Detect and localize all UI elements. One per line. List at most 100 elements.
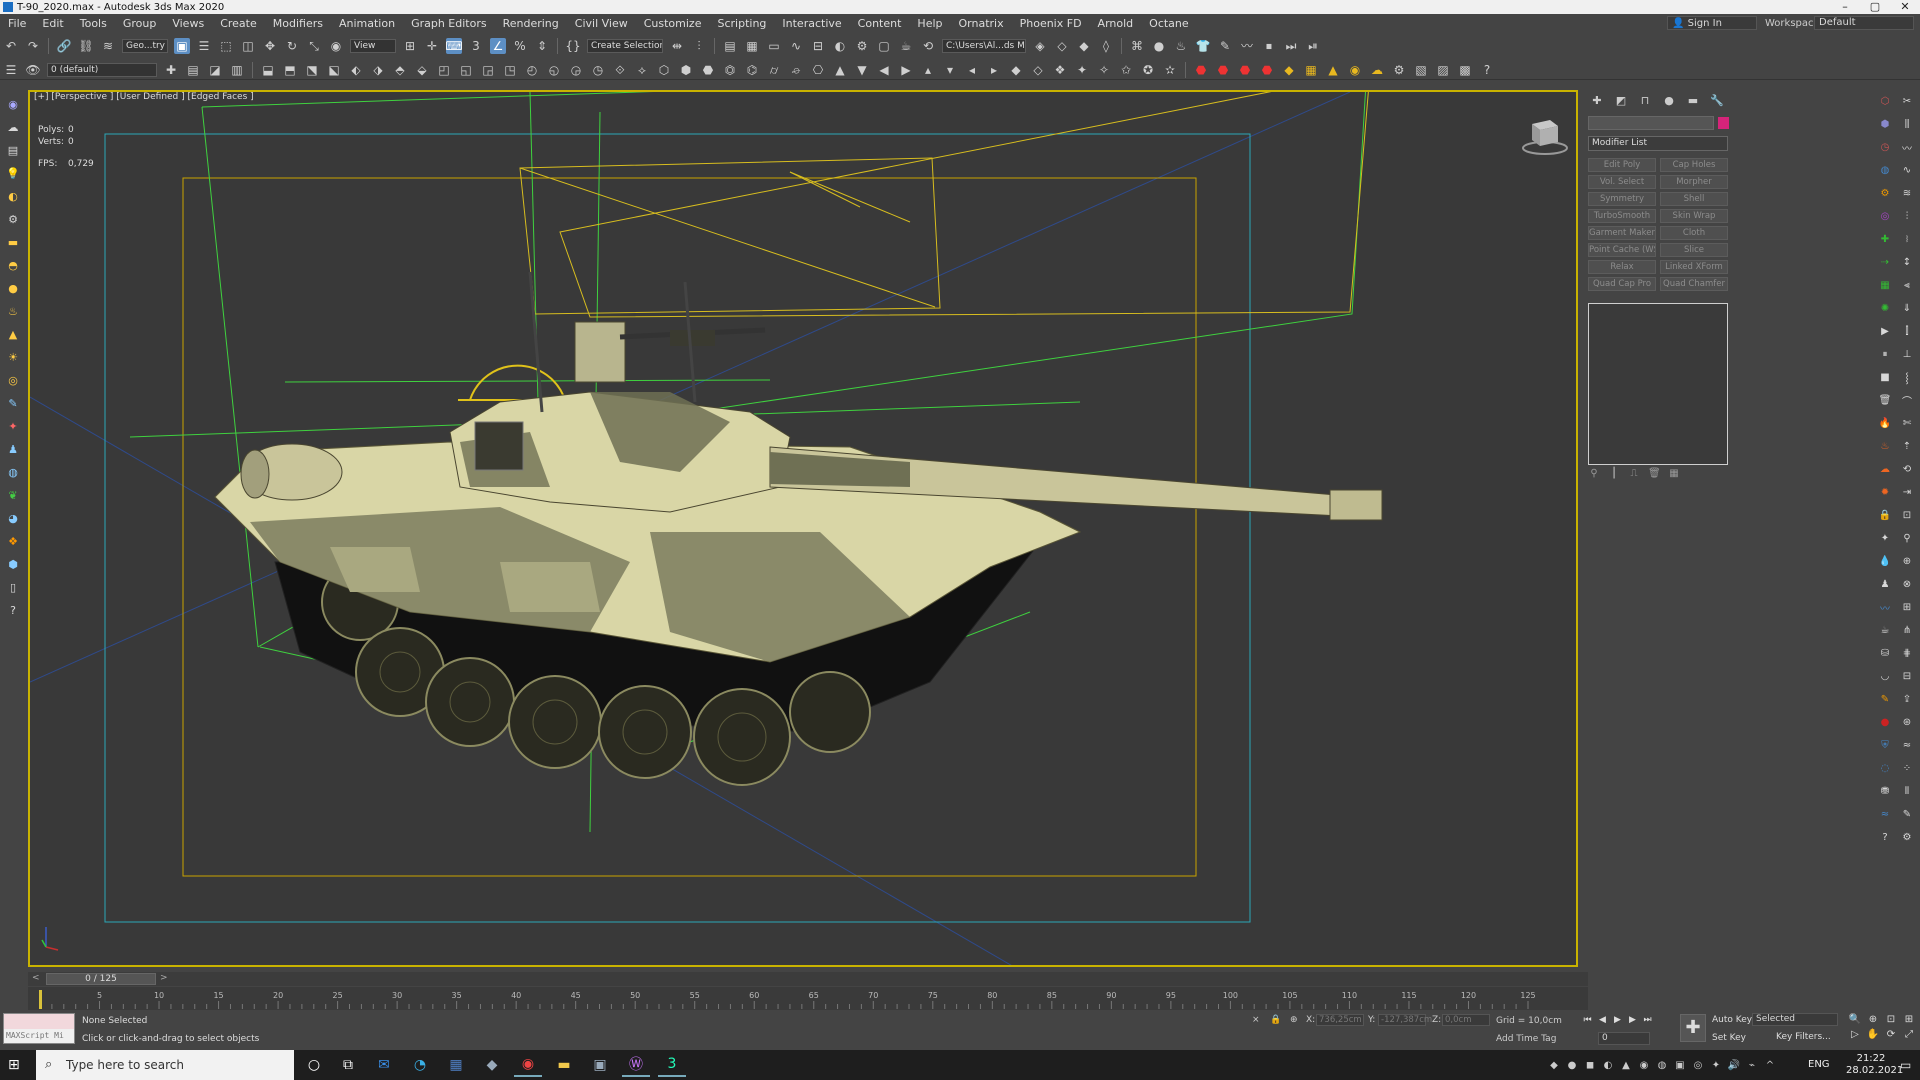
zoom-extents-all-icon[interactable]: ⊞ <box>1900 1014 1918 1025</box>
shading-icon[interactable]: ◕ <box>5 510 21 526</box>
modify-tab-icon[interactable]: ◩ <box>1612 94 1630 108</box>
modeling-tool-27-icon[interactable]: ▲ <box>832 62 848 78</box>
wind-icon[interactable]: ≈ <box>1900 738 1914 752</box>
3dsmax-taskbar-icon[interactable]: 3 <box>658 1053 686 1077</box>
flame-icon[interactable]: ♨ <box>1878 439 1892 453</box>
modeling-tool-23-icon[interactable]: ⌬ <box>744 62 760 78</box>
modeling-tool-33-icon[interactable]: ◂ <box>964 62 980 78</box>
modeling-tool-25-icon[interactable]: ⌮ <box>788 62 804 78</box>
collide-icon[interactable]: ⊗ <box>1900 577 1914 591</box>
viewport-layout-icon[interactable]: ◉ <box>5 96 21 112</box>
teapot-icon[interactable]: ♨ <box>1173 38 1189 54</box>
tray-app-10-icon[interactable]: ✦ <box>1708 1060 1724 1071</box>
modeling-tool-11-icon[interactable]: ◲ <box>480 62 496 78</box>
time-slider[interactable]: < 0 / 125 > <box>28 972 1588 986</box>
volume-icon[interactable]: 🔊 <box>1726 1060 1742 1071</box>
pin-stack-icon[interactable]: ⚲ <box>1588 468 1600 480</box>
gear-icon[interactable]: ⚙ <box>1878 186 1892 200</box>
utilities-tab-icon[interactable]: 🔧 <box>1708 94 1726 108</box>
orbit-icon[interactable]: ⟳ <box>1882 1029 1900 1040</box>
select-manipulate-icon[interactable]: ✛ <box>424 38 440 54</box>
bind-space-warp-icon[interactable]: ≋ <box>100 38 116 54</box>
tray-app-3-icon[interactable]: ◼ <box>1582 1060 1598 1071</box>
barrel-icon[interactable]: ⛃ <box>1878 784 1892 798</box>
bowl-icon[interactable]: ◡ <box>1878 669 1892 683</box>
modifier-button[interactable]: Relax <box>1588 260 1656 274</box>
red-plugin-3-icon[interactable]: ⬣ <box>1237 62 1253 78</box>
align-icon[interactable]: ⫶ <box>691 38 707 54</box>
key-filters-button[interactable]: Key Filters... <box>1776 1032 1831 1042</box>
scene-canvas[interactable] <box>30 92 1578 967</box>
modifier-button[interactable]: Cap Holes <box>1660 158 1728 172</box>
create-layer-icon[interactable]: ◇ <box>1054 38 1070 54</box>
sim-icon[interactable]: ⊛ <box>1900 715 1914 729</box>
layer-dropdown[interactable]: 0 (default) <box>47 62 157 77</box>
modeling-tool-22-icon[interactable]: ⏣ <box>722 62 738 78</box>
modeling-tool-14-icon[interactable]: ◵ <box>546 62 562 78</box>
hierarchy-icon[interactable]: ⚙ <box>5 211 21 227</box>
scatter-icon[interactable]: ⁘ <box>1900 761 1914 775</box>
lock-selection-icon[interactable]: 🔒 <box>1270 1015 1281 1025</box>
menu-civil-view[interactable]: Civil View <box>567 17 636 30</box>
brush-icon[interactable]: ✎ <box>1217 38 1233 54</box>
menu-graph-editors[interactable]: Graph Editors <box>403 17 495 30</box>
keyboard-shortcut-override-icon[interactable]: ⌨ <box>445 38 463 54</box>
yellow-plugin-4-icon[interactable]: ◉ <box>1347 62 1363 78</box>
chevron-up-icon[interactable]: ^ <box>1762 1060 1778 1071</box>
yellow-plugin-1-icon[interactable]: ◆ <box>1281 62 1297 78</box>
frizz-icon[interactable]: ≋ <box>1900 186 1914 200</box>
zoom-extents-icon[interactable]: ⊡ <box>1882 1014 1900 1025</box>
modeling-tool-7-icon[interactable]: ⬘ <box>392 62 408 78</box>
modeling-tool-10-icon[interactable]: ◱ <box>458 62 474 78</box>
render-frame-icon[interactable]: ⏹ <box>1261 38 1277 54</box>
app-icon[interactable]: ◆ <box>478 1053 506 1077</box>
render-production-icon[interactable]: ☕ <box>898 38 914 54</box>
modeling-tool-20-icon[interactable]: ⬢ <box>678 62 694 78</box>
link-icon[interactable]: 🔗 <box>56 38 72 54</box>
modifier-list-dropdown[interactable]: Modifier List <box>1588 136 1728 151</box>
menu-animation[interactable]: Animation <box>331 17 403 30</box>
modeling-tool-1-icon[interactable]: ⬓ <box>260 62 276 78</box>
tank-model[interactable] <box>214 271 1383 786</box>
schematic-view-icon[interactable]: ⊟ <box>810 38 826 54</box>
plant-icon[interactable]: ❦ <box>5 487 21 503</box>
cone-icon[interactable]: ▲ <box>5 326 21 342</box>
help-icon[interactable]: ? <box>1878 830 1892 844</box>
curl-icon[interactable]: ∿ <box>1900 163 1914 177</box>
scene-explorer-icon[interactable]: ▤ <box>5 142 21 158</box>
modeling-tool-15-icon[interactable]: ◶ <box>568 62 584 78</box>
arrow-icon[interactable]: ⇢ <box>1878 255 1892 269</box>
sun-icon[interactable]: ☀ <box>5 349 21 365</box>
menu-arnold[interactable]: Arnold <box>1090 17 1142 30</box>
misc-tool-2-icon[interactable]: ▧ <box>1413 62 1429 78</box>
select-in-layer-icon[interactable]: ◊ <box>1098 38 1114 54</box>
previous-frame-icon[interactable]: ◀ <box>1595 1013 1610 1027</box>
selection-filter-dropdown[interactable]: Geo...try <box>122 39 168 53</box>
menu-edit[interactable]: Edit <box>34 17 71 30</box>
curve-editor-icon[interactable]: ∿ <box>788 38 804 54</box>
perspective-viewport[interactable]: [+] [Perspective ] [User Defined ] [Edge… <box>28 90 1578 967</box>
ring-icon[interactable]: ◎ <box>5 372 21 388</box>
modeling-tool-29-icon[interactable]: ◀ <box>876 62 892 78</box>
track-bar[interactable]: 5 10 15 20 25 30 35 40 45 50 55 60 65 70 75 80 85 90 95 100… <box>28 987 1588 1010</box>
modeling-tool-13-icon[interactable]: ◴ <box>524 62 540 78</box>
cup-icon[interactable]: ☕ <box>1878 623 1892 637</box>
window-crossing-icon[interactable]: ◫ <box>240 38 256 54</box>
brush-icon[interactable]: ✎ <box>5 395 21 411</box>
help-icon[interactable]: ? <box>1479 62 1495 78</box>
cut-icon[interactable]: ✄ <box>1900 416 1914 430</box>
material-editor-icon[interactable]: ◐ <box>832 38 848 54</box>
track-view-icon[interactable]: ⌘ <box>1129 38 1145 54</box>
set-keys-button[interactable]: ✚ <box>1680 1014 1706 1042</box>
auto-key-button[interactable]: Auto Key <box>1712 1015 1752 1025</box>
modeling-tool-28-icon[interactable]: ▼ <box>854 62 870 78</box>
move-icon[interactable]: ✥ <box>262 38 278 54</box>
misc-tool-4-icon[interactable]: ▩ <box>1457 62 1473 78</box>
time-slider-next-icon[interactable]: > <box>160 973 168 983</box>
hair-brush-icon[interactable]: ✂ <box>1900 94 1914 108</box>
modeling-tool-41-icon[interactable]: ✪ <box>1140 62 1156 78</box>
motion-tab-icon[interactable]: ● <box>1660 94 1678 108</box>
workspace-dropdown[interactable]: Default <box>1814 16 1914 30</box>
modifier-button[interactable]: Garment Maker <box>1588 226 1656 240</box>
fov-icon[interactable]: ▷ <box>1846 1029 1864 1040</box>
